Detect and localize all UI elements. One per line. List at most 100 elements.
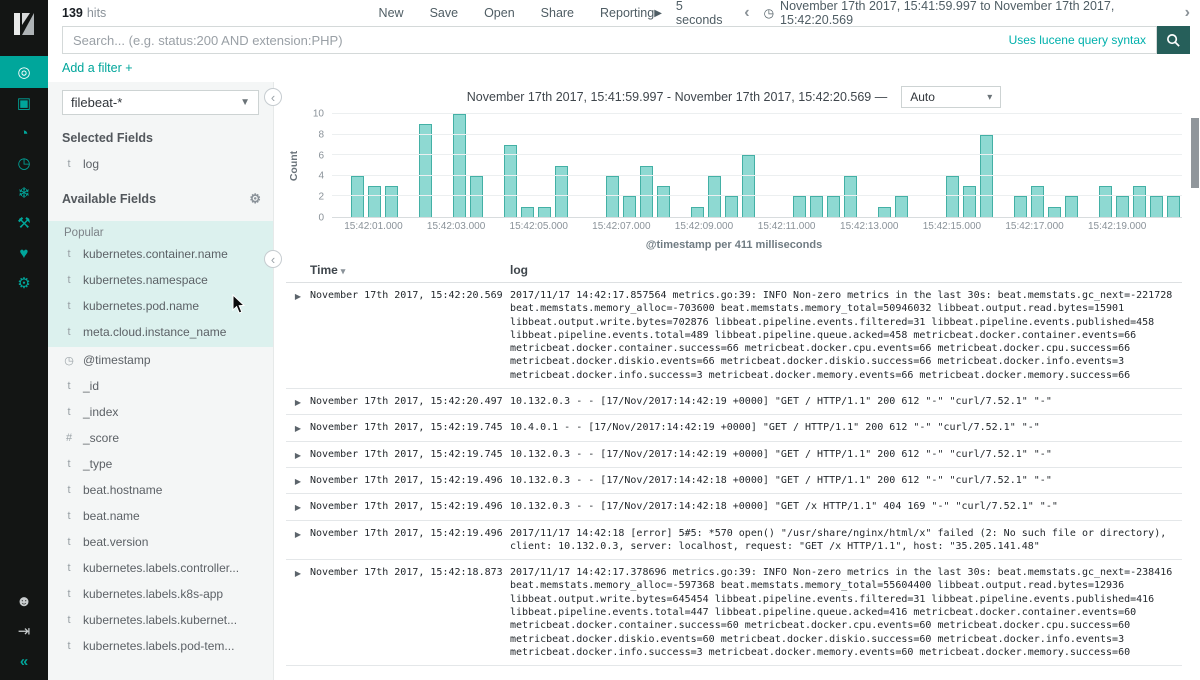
sidebar-discover-icon[interactable]: ◎ bbox=[0, 56, 48, 88]
row-time-cell: November 17th 2017, 15:42:18.873 bbox=[310, 567, 503, 579]
histogram-bar[interactable] bbox=[963, 186, 976, 217]
x-tick-label: 15:42:11.000 bbox=[757, 221, 816, 232]
sidebar-monitoring-icon[interactable]: ♥ bbox=[0, 238, 48, 268]
refresh-interval-button[interactable]: 5 seconds bbox=[676, 0, 730, 27]
histogram-bar[interactable] bbox=[419, 124, 432, 217]
histogram-bar[interactable] bbox=[708, 175, 721, 217]
histogram-bar[interactable] bbox=[453, 114, 466, 217]
field-item[interactable]: t kubernetes.labels.controller... bbox=[48, 555, 273, 581]
histogram-bar[interactable] bbox=[385, 186, 398, 217]
histogram-bar[interactable] bbox=[1048, 206, 1061, 217]
histogram-bar[interactable] bbox=[844, 175, 857, 217]
histogram-bar[interactable] bbox=[504, 144, 517, 217]
log-column-header[interactable]: log bbox=[510, 263, 1182, 277]
field-name: _id bbox=[83, 379, 100, 393]
field-item[interactable]: t beat.version bbox=[48, 529, 273, 555]
histogram-bar[interactable] bbox=[742, 155, 755, 217]
histogram-bar[interactable] bbox=[793, 196, 806, 217]
expand-row-icon[interactable]: ▶ bbox=[286, 289, 310, 382]
interval-select[interactable]: Auto ▾ bbox=[901, 86, 1002, 108]
expand-row-icon[interactable]: ▶ bbox=[286, 474, 310, 487]
sidebar-timelion-icon[interactable]: ◷ bbox=[0, 148, 48, 178]
field-type-badge: t bbox=[67, 614, 71, 626]
histogram-bar[interactable] bbox=[725, 196, 738, 217]
histogram-bar[interactable] bbox=[946, 175, 959, 217]
time-forward-icon[interactable]: › bbox=[1185, 5, 1190, 21]
histogram-bar[interactable] bbox=[1167, 196, 1180, 217]
field-item[interactable]: # _score bbox=[48, 425, 273, 451]
sidebar-management-icon[interactable]: ⚙ bbox=[0, 268, 48, 298]
expand-row-icon[interactable]: ▶ bbox=[286, 527, 310, 554]
field-item[interactable]: t kubernetes.labels.k8s-app bbox=[48, 581, 273, 607]
histogram-bar[interactable] bbox=[878, 206, 891, 217]
vertical-scrollbar-thumb[interactable] bbox=[1191, 118, 1199, 188]
histogram-bar[interactable] bbox=[895, 196, 908, 217]
search-input[interactable] bbox=[63, 32, 1156, 48]
histogram-bar[interactable] bbox=[1065, 196, 1078, 217]
expand-row-icon[interactable]: ▶ bbox=[286, 566, 310, 659]
lucene-syntax-link[interactable]: Uses lucene query syntax bbox=[1009, 33, 1146, 47]
histogram-bar[interactable] bbox=[1031, 186, 1044, 217]
histogram-bar[interactable] bbox=[1014, 196, 1027, 217]
field-item[interactable]: t _index bbox=[48, 399, 273, 425]
table-row: ▶ November 17th 2017, 15:42:19.496 10.132.… bbox=[286, 494, 1182, 521]
histogram-bar[interactable] bbox=[657, 186, 670, 217]
nav-save-button[interactable]: Save bbox=[430, 6, 459, 20]
histogram-bar[interactable] bbox=[623, 196, 636, 217]
expand-row-icon[interactable]: ▶ bbox=[286, 395, 310, 408]
histogram-bar[interactable] bbox=[1116, 196, 1129, 217]
field-item[interactable]: t kubernetes.pod.name bbox=[48, 293, 273, 319]
sidebar-logout-icon[interactable]: ⇥ bbox=[0, 616, 48, 646]
field-item[interactable]: t log bbox=[48, 151, 273, 177]
field-item[interactable]: ◷ @timestamp bbox=[48, 347, 273, 373]
field-item[interactable]: t beat.hostname bbox=[48, 477, 273, 503]
field-item[interactable]: t _id bbox=[48, 373, 273, 399]
add-filter-button[interactable]: Add a filter + bbox=[62, 61, 133, 75]
sidebar-dev-tools-icon[interactable]: ⚒ bbox=[0, 208, 48, 238]
sidebar-account-icon[interactable]: ☻ bbox=[0, 586, 48, 616]
nav-new-button[interactable]: New bbox=[379, 6, 404, 20]
field-item[interactable]: t kubernetes.labels.pod-tem... bbox=[48, 633, 273, 659]
histogram-bar[interactable] bbox=[470, 175, 483, 217]
expand-row-icon[interactable]: ▶ bbox=[286, 500, 310, 513]
time-back-icon[interactable]: ‹ bbox=[744, 5, 749, 21]
expand-row-icon[interactable]: ▶ bbox=[286, 448, 310, 461]
field-item[interactable]: t kubernetes.labels.kubernet... bbox=[48, 607, 273, 633]
time-column-header[interactable]: Time ▾ bbox=[310, 263, 510, 277]
search-button[interactable] bbox=[1157, 26, 1190, 54]
field-item[interactable]: t meta.cloud.instance_name bbox=[48, 319, 273, 345]
histogram-bar[interactable] bbox=[555, 165, 568, 217]
nav-open-button[interactable]: Open bbox=[484, 6, 515, 20]
field-item[interactable]: t beat.name bbox=[48, 503, 273, 529]
nav-reporting-button[interactable]: Reporting bbox=[600, 6, 654, 20]
sidebar-visualize-icon[interactable]: ▣ bbox=[0, 88, 48, 118]
histogram-bar[interactable] bbox=[521, 206, 534, 217]
histogram-bar[interactable] bbox=[606, 175, 619, 217]
fields-settings-gear-icon[interactable]: ⚙ bbox=[249, 191, 261, 207]
collapse-histogram-button[interactable]: ‹ bbox=[264, 250, 282, 268]
field-item[interactable]: t kubernetes.container.name bbox=[48, 241, 273, 267]
sidebar-dashboard-icon[interactable]: ◔ bbox=[0, 118, 48, 148]
histogram-bar[interactable] bbox=[1133, 186, 1146, 217]
histogram-bar[interactable] bbox=[368, 186, 381, 217]
field-item[interactable]: t _type bbox=[48, 451, 273, 477]
histogram-bar[interactable] bbox=[691, 206, 704, 217]
sidebar-collapse-nav-icon[interactable]: « bbox=[0, 646, 48, 676]
histogram-bar[interactable] bbox=[538, 206, 551, 217]
collapse-fields-panel-button[interactable]: ‹ bbox=[264, 88, 282, 106]
histogram-bar[interactable] bbox=[351, 175, 364, 217]
time-range-button[interactable]: ◷ November 17th 2017, 15:41:59.997 to No… bbox=[764, 0, 1171, 27]
kibana-logo[interactable] bbox=[0, 0, 48, 48]
play-refresh-icon[interactable]: ▶ bbox=[654, 8, 662, 19]
field-item[interactable]: t kubernetes.namespace bbox=[48, 267, 273, 293]
nav-share-button[interactable]: Share bbox=[541, 6, 574, 20]
histogram-bar[interactable] bbox=[640, 165, 653, 217]
histogram-bar[interactable] bbox=[1150, 196, 1163, 217]
sidebar-machine-learning-icon[interactable]: ❄ bbox=[0, 178, 48, 208]
expand-row-icon[interactable]: ▶ bbox=[286, 421, 310, 434]
histogram-bar[interactable] bbox=[827, 196, 840, 217]
index-pattern-select[interactable]: filebeat-* ▼ bbox=[62, 90, 259, 115]
histogram-bar[interactable] bbox=[1099, 186, 1112, 217]
popular-fields-block: Popular t kubernetes.container.name t kuber… bbox=[48, 221, 273, 347]
histogram-bar[interactable] bbox=[810, 196, 823, 217]
